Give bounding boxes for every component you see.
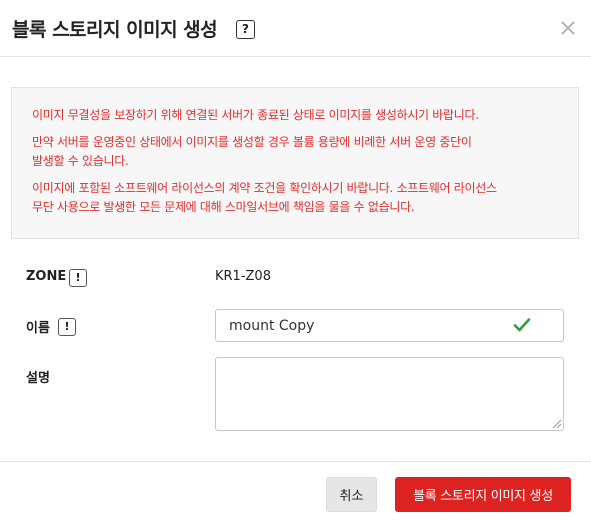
name-input[interactable] <box>215 309 564 342</box>
create-image-dialog: 블록 스토리지 이미지 생성 ? 이미지 무결성을 보장하기 위해 연결된 서버… <box>0 0 591 523</box>
zone-label: ZONE <box>26 269 67 284</box>
close-icon <box>561 21 575 35</box>
name-label: 이름 <box>26 321 50 336</box>
resize-grip-icon[interactable] <box>551 418 562 429</box>
cancel-button[interactable]: 취소 <box>326 477 377 512</box>
dialog-header: 블록 스토리지 이미지 생성 ? <box>0 0 591 57</box>
zone-value: KR1-Z08 <box>215 269 271 284</box>
notice-line-downtime: 만약 서버를 운영중인 상태에서 이미지를 생성할 경우 볼륨 용량에 비례한 … <box>32 135 472 168</box>
help-icon[interactable]: ? <box>236 20 255 39</box>
dialog-title: 블록 스토리지 이미지 생성 <box>12 19 218 41</box>
create-image-button[interactable]: 블록 스토리지 이미지 생성 <box>395 477 571 512</box>
notice-line-license: 이미지에 포함된 소프트웨어 라이선스의 계약 조건을 확인하시기 바랍니다. … <box>32 181 497 214</box>
check-icon <box>513 318 531 332</box>
description-textarea[interactable] <box>215 357 564 431</box>
warning-notice: 이미지 무결성을 보장하기 위해 연결된 서버가 종료된 상태로 이미지를 생성… <box>11 87 579 239</box>
name-info-icon[interactable]: ! <box>58 318 76 336</box>
description-label: 설명 <box>26 371 50 386</box>
notice-line-integrity: 이미지 무결성을 보장하기 위해 연결된 서버가 종료된 상태로 이미지를 생성… <box>32 108 479 122</box>
close-button[interactable] <box>558 18 578 38</box>
zone-info-icon[interactable]: ! <box>69 269 87 287</box>
